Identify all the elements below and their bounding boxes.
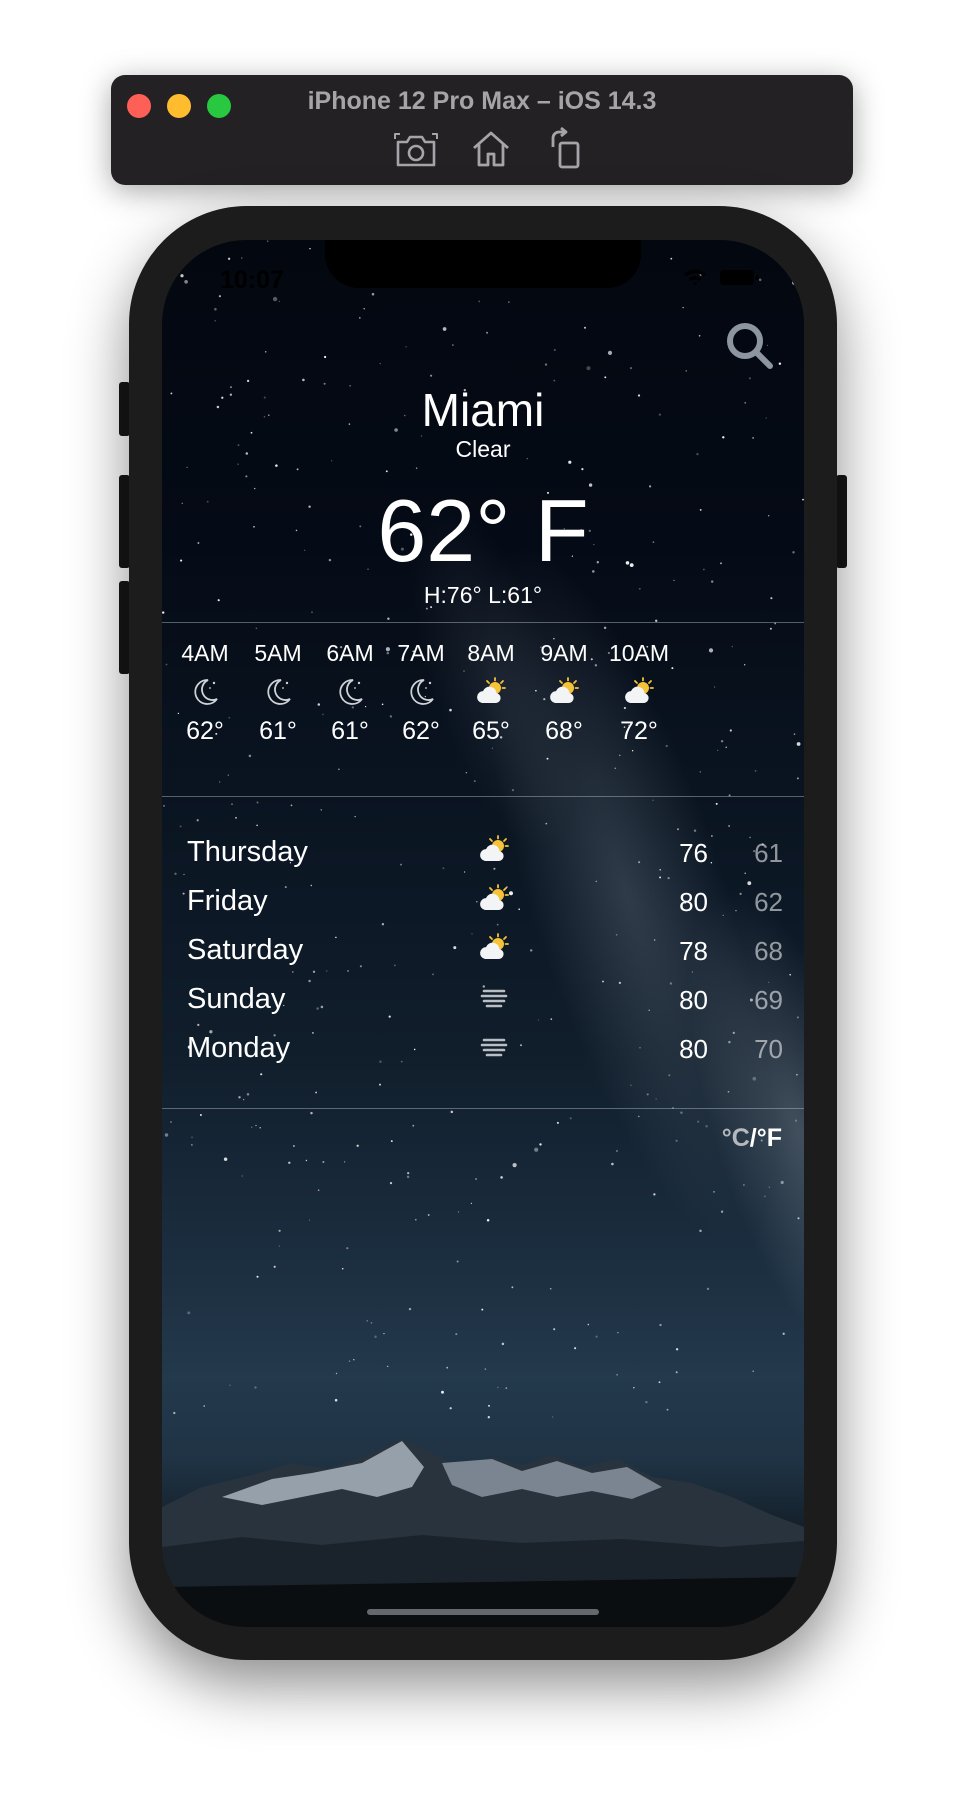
simulator-title: iPhone 12 Pro Max – iOS 14.3: [307, 87, 657, 115]
day-name: Thursday: [187, 836, 308, 868]
unit-separator: /: [749, 1124, 757, 1152]
partly-cloudy-icon: [477, 882, 511, 916]
hour-label: 4AM: [181, 640, 229, 666]
day-low-temperature: 68: [754, 936, 783, 966]
divider: [162, 622, 804, 623]
divider: [162, 796, 804, 797]
mountain-silhouette: [162, 1439, 804, 1627]
home-indicator[interactable]: [367, 1609, 599, 1615]
day-name: Monday: [187, 1032, 291, 1064]
daily-row: Monday 80 70: [162, 1024, 804, 1074]
power-button: [836, 475, 847, 568]
day-name: Sunday: [187, 983, 286, 1015]
daily-row: Friday 80 62: [162, 877, 804, 927]
hourly-forecast[interactable]: 4AM 62° 5AM 61° 6AM 61° 7AM 62° 8AM 65° 9AM 68° 10AM…: [162, 640, 804, 780]
hour-label: 10AM: [608, 640, 670, 666]
hourly-item: 7AM 62°: [381, 640, 461, 746]
phone-screen: 10:07 Miami Clear 62° F H:76° L:61° 4AM 6…: [162, 240, 804, 1627]
hourly-item: 10AM 72°: [599, 640, 679, 746]
day-high-temperature: 80: [679, 985, 708, 1015]
weather-condition: Clear: [455, 436, 511, 462]
simulator-titlebar: iPhone 12 Pro Max – iOS 14.3: [111, 75, 853, 185]
day-high-temperature: 76: [679, 838, 708, 868]
search-button[interactable]: [724, 320, 776, 372]
hour-temperature: 61°: [259, 717, 297, 745]
fahrenheit-label: °F: [756, 1124, 782, 1152]
hour-temperature: 61°: [331, 717, 369, 745]
moon-icon: [165, 675, 245, 715]
partly-cloudy-icon: [477, 931, 511, 965]
day-high-temperature: 80: [679, 1034, 708, 1064]
day-high-temperature: 78: [679, 936, 708, 966]
current-temperature: 62° F: [377, 481, 589, 580]
moon-icon: [381, 675, 461, 715]
daily-row: Saturday 78 68: [162, 926, 804, 976]
unit-toggle[interactable]: °C/°F: [722, 1124, 782, 1153]
hourly-item: 5AM 61°: [238, 640, 318, 746]
display-notch: [325, 240, 641, 288]
hour-temperature: 68°: [545, 717, 583, 745]
hour-label: 6AM: [326, 640, 374, 666]
day-low-temperature: 62: [754, 887, 783, 917]
hourly-item: 8AM 65°: [451, 640, 531, 746]
partly-cloudy-icon: [451, 675, 531, 715]
hour-temperature: 65°: [472, 717, 510, 745]
hourly-item: 9AM 68°: [524, 640, 604, 746]
wifi-icon: [684, 269, 706, 286]
day-name: Friday: [187, 885, 268, 917]
hour-temperature: 62°: [402, 717, 440, 745]
hour-label: 7AM: [397, 640, 445, 666]
day-low-temperature: 61: [754, 838, 783, 868]
celsius-label: °C: [721, 1124, 750, 1152]
fog-icon: [477, 980, 511, 1014]
day-name: Saturday: [187, 934, 304, 966]
fog-icon: [477, 1029, 511, 1063]
rotate-icon[interactable]: [545, 126, 589, 171]
status-time: 10:07: [220, 266, 284, 294]
day-low-temperature: 69: [754, 985, 783, 1015]
search-icon: [727, 323, 773, 369]
hourly-item: 6AM 61°: [310, 640, 390, 746]
hour-label: 8AM: [467, 640, 515, 666]
status-icons: [682, 266, 762, 288]
divider: [162, 1108, 804, 1109]
battery-icon: [720, 270, 759, 285]
city-name: Miami: [421, 384, 545, 436]
hour-temperature: 62°: [186, 717, 224, 745]
partly-cloudy-icon: [524, 675, 604, 715]
daily-row: Thursday 76 61: [162, 828, 804, 878]
screenshot-icon[interactable]: [394, 127, 438, 171]
partly-cloudy-icon: [477, 833, 511, 867]
hour-label: 5AM: [254, 640, 302, 666]
hour-label: 9AM: [540, 640, 588, 666]
day-low-temperature: 70: [754, 1034, 783, 1064]
high-low-temperature: H:76° L:61°: [423, 582, 543, 608]
partly-cloudy-icon: [599, 675, 679, 715]
home-icon[interactable]: [469, 127, 513, 171]
hour-temperature: 72°: [620, 717, 658, 745]
moon-icon: [310, 675, 390, 715]
moon-icon: [238, 675, 318, 715]
day-high-temperature: 80: [679, 887, 708, 917]
daily-row: Sunday 80 69: [162, 975, 804, 1025]
hourly-item: 4AM 62°: [165, 640, 245, 746]
